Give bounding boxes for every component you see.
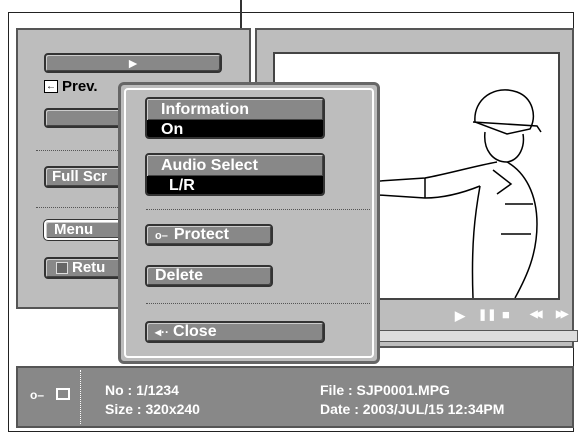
audio-select-label: Audio Select xyxy=(147,155,323,176)
home-icon xyxy=(56,262,68,274)
key-icon: o– xyxy=(155,230,168,242)
information-value: On xyxy=(147,120,323,137)
close-button[interactable]: ◂·· Close xyxy=(145,321,325,343)
info-size: Size : 320x240 xyxy=(105,401,200,417)
return-button[interactable]: Retu xyxy=(44,257,124,279)
play-control-icon[interactable]: ▶ xyxy=(455,308,465,324)
rewind-control-icon[interactable]: ◀◀ xyxy=(530,309,543,320)
divider xyxy=(36,207,124,208)
forward-control-icon[interactable]: ▶▶ xyxy=(556,309,569,320)
back-arrow-icon: ◂·· xyxy=(155,325,170,339)
close-label: Close xyxy=(173,323,217,340)
audio-select-value: L/R xyxy=(147,176,323,194)
info-divider xyxy=(80,370,81,424)
information-label: Information xyxy=(147,99,323,120)
stop-control-icon[interactable]: ■ xyxy=(502,307,510,322)
return-label: Retu xyxy=(72,259,106,276)
pause-control-icon[interactable]: ❚❚ xyxy=(478,308,496,321)
delete-button[interactable]: Delete xyxy=(145,265,273,287)
info-date: Date : 2003/JUL/15 12:34PM xyxy=(320,401,505,417)
information-button[interactable]: Information On xyxy=(145,97,325,139)
prev-label[interactable]: Prev. xyxy=(62,78,98,95)
popup-divider xyxy=(146,209,370,210)
protect-label: Protect xyxy=(173,226,229,243)
play-button[interactable]: ► xyxy=(44,53,222,73)
arrow-left-icon: ← xyxy=(44,80,58,93)
audio-select-button[interactable]: Audio Select L/R xyxy=(145,153,325,196)
menu-button[interactable]: Menu xyxy=(43,219,125,241)
full-screen-button[interactable]: Full Scr xyxy=(44,166,124,188)
popup-divider xyxy=(146,303,370,304)
left-button-blank[interactable] xyxy=(44,108,124,128)
key-icon: o– xyxy=(30,388,45,402)
info-file: File : SJP0001.MPG xyxy=(320,382,450,398)
protect-button[interactable]: o– Protect xyxy=(145,224,273,246)
info-bar xyxy=(16,366,574,428)
film-icon xyxy=(56,388,70,400)
play-icon: ► xyxy=(126,55,140,71)
divider xyxy=(36,150,124,151)
info-number: No : 1/1234 xyxy=(105,382,179,398)
